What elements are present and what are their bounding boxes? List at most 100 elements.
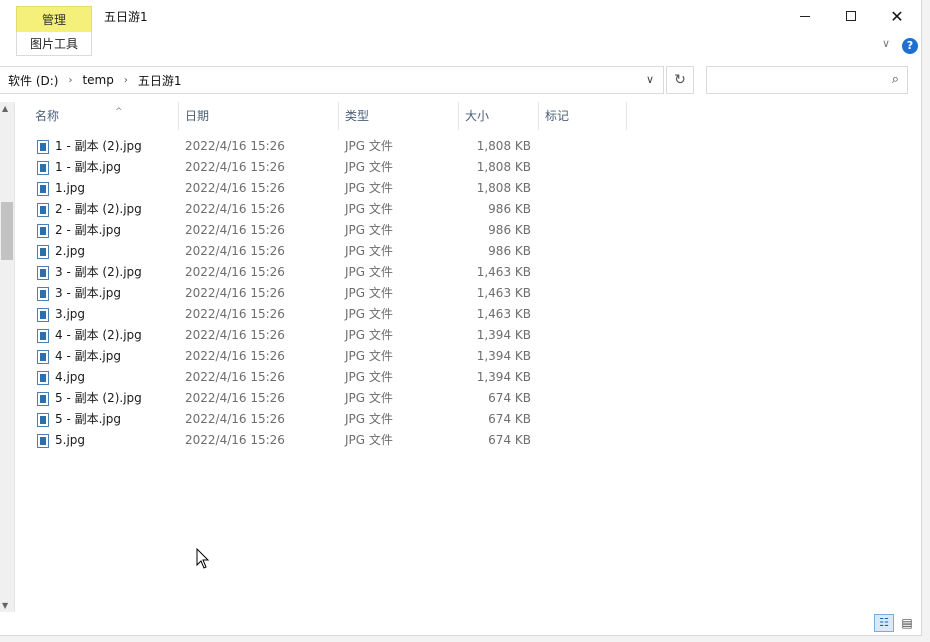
details-view-button[interactable]: ☷ [874, 614, 894, 632]
scroll-up-icon[interactable]: ▲ [2, 104, 8, 113]
file-name: 1 - 副本 (2).jpg [55, 139, 142, 153]
file-name-cell[interactable]: 4.jpg [37, 367, 179, 388]
help-icon[interactable]: ? [902, 38, 918, 54]
search-box[interactable]: ⌕ [706, 66, 908, 94]
file-row[interactable]: 4 - 副本.jpg 2022/4/16 15:26 JPG 文件 1,394 … [15, 346, 920, 367]
jpg-file-icon [37, 244, 49, 259]
jpg-file-icon [37, 349, 49, 364]
jpg-file-icon [37, 412, 49, 427]
column-header-type[interactable]: 类型 [339, 102, 459, 130]
breadcrumb-drive[interactable]: 软件 (D:) [0, 72, 62, 89]
file-type: JPG 文件 [345, 391, 393, 405]
file-type: JPG 文件 [345, 307, 393, 321]
file-type: JPG 文件 [345, 370, 393, 384]
column-header-name[interactable]: 名称 ^ [29, 102, 179, 130]
file-row[interactable]: 4 - 副本 (2).jpg 2022/4/16 15:26 JPG 文件 1,… [15, 325, 920, 346]
breadcrumb-separator-icon[interactable]: › [62, 75, 78, 86]
minimize-button[interactable] [782, 0, 828, 32]
file-name: 4.jpg [55, 370, 86, 384]
file-name-cell[interactable]: 4 - 副本.jpg [37, 346, 179, 367]
file-name-cell[interactable]: 5 - 副本.jpg [37, 409, 179, 430]
jpg-file-icon [37, 307, 49, 322]
file-name-cell[interactable]: 5 - 副本 (2).jpg [37, 388, 179, 409]
column-header-size[interactable]: 大小 [459, 102, 539, 130]
tiles-view-icon: ▤ [901, 616, 913, 630]
file-name-cell[interactable]: 3 - 副本.jpg [37, 283, 179, 304]
file-date: 2022/4/16 15:26 [185, 265, 285, 279]
jpg-file-icon [37, 181, 49, 196]
picture-tools-tab[interactable]: 图片工具 [16, 32, 92, 56]
file-name-cell[interactable]: 2 - 副本.jpg [37, 220, 179, 241]
breadcrumb-temp[interactable]: temp [78, 73, 117, 87]
file-type: JPG 文件 [345, 244, 393, 258]
close-icon: ✕ [890, 6, 904, 26]
file-name-cell[interactable]: 1 - 副本.jpg [37, 157, 179, 178]
refresh-button[interactable]: ↻ [666, 66, 694, 94]
breadcrumb-separator-icon[interactable]: › [118, 75, 134, 86]
ribbon-expand-chevron-icon[interactable]: ∨ [882, 37, 890, 50]
details-view-icon: ☷ [879, 616, 889, 629]
file-size: 674 KB [488, 391, 531, 405]
breadcrumb-current-folder[interactable]: 五日游1 [134, 72, 186, 89]
title-bar: 管理 五日游1 ✕ [0, 0, 922, 33]
scroll-down-icon[interactable]: ▼ [2, 601, 8, 610]
file-row[interactable]: 2.jpg 2022/4/16 15:26 JPG 文件 986 KB [15, 241, 920, 262]
column-header-date[interactable]: 日期 [179, 102, 339, 130]
file-name: 2.jpg [55, 244, 86, 258]
file-row[interactable]: 5.jpg 2022/4/16 15:26 JPG 文件 674 KB [15, 430, 920, 451]
file-row[interactable]: 1 - 副本 (2).jpg 2022/4/16 15:26 JPG 文件 1,… [15, 136, 920, 157]
file-name: 3 - 副本 (2).jpg [55, 265, 142, 279]
file-row[interactable]: 5 - 副本 (2).jpg 2022/4/16 15:26 JPG 文件 67… [15, 388, 920, 409]
file-row[interactable]: 5 - 副本.jpg 2022/4/16 15:26 JPG 文件 674 KB [15, 409, 920, 430]
file-name: 5 - 副本.jpg [55, 412, 121, 426]
address-history-dropdown-icon[interactable]: ∨ [638, 66, 662, 92]
file-row[interactable]: 3 - 副本 (2).jpg 2022/4/16 15:26 JPG 文件 1,… [15, 262, 920, 283]
manage-context-tab[interactable]: 管理 [16, 6, 92, 33]
close-button[interactable]: ✕ [874, 0, 920, 32]
file-date: 2022/4/16 15:26 [185, 181, 285, 195]
column-header-tags[interactable]: 标记 [539, 102, 627, 130]
file-row[interactable]: 1.jpg 2022/4/16 15:26 JPG 文件 1,808 KB [15, 178, 920, 199]
file-name-cell[interactable]: 5.jpg [37, 430, 179, 451]
maximize-button[interactable] [828, 0, 874, 32]
jpg-file-icon [37, 328, 49, 343]
file-size: 1,808 KB [476, 139, 531, 153]
large-icons-view-button[interactable]: ▤ [898, 614, 916, 632]
mouse-pointer-icon [196, 548, 210, 569]
file-type: JPG 文件 [345, 139, 393, 153]
file-name-cell[interactable]: 3 - 副本 (2).jpg [37, 262, 179, 283]
file-date: 2022/4/16 15:26 [185, 349, 285, 363]
file-row[interactable]: 2 - 副本.jpg 2022/4/16 15:26 JPG 文件 986 KB [15, 220, 920, 241]
file-name: 4 - 副本.jpg [55, 349, 121, 363]
file-name: 3.jpg [55, 307, 86, 321]
file-date: 2022/4/16 15:26 [185, 370, 285, 384]
file-name: 1 - 副本.jpg [55, 160, 121, 174]
file-row[interactable]: 4.jpg 2022/4/16 15:26 JPG 文件 1,394 KB [15, 367, 920, 388]
file-name-cell[interactable]: 2.jpg [37, 241, 179, 262]
file-name-cell[interactable]: 3.jpg [37, 304, 179, 325]
file-name: 5.jpg [55, 433, 86, 447]
address-bar[interactable]: 软件 (D:) › temp › 五日游1 [0, 66, 664, 94]
file-row[interactable]: 3.jpg 2022/4/16 15:26 JPG 文件 1,463 KB [15, 304, 920, 325]
file-name-cell[interactable]: 1.jpg [37, 178, 179, 199]
navigation-pane-scrollbar[interactable]: ▲ ▼ [0, 102, 14, 612]
file-name-cell[interactable]: 4 - 副本 (2).jpg [37, 325, 179, 346]
file-name-cell[interactable]: 1 - 副本 (2).jpg [37, 136, 179, 157]
file-size: 1,808 KB [476, 181, 531, 195]
file-name-cell[interactable]: 2 - 副本 (2).jpg [37, 199, 179, 220]
jpg-file-icon [37, 202, 49, 217]
column-header-type-label: 类型 [345, 109, 370, 123]
file-row[interactable]: 2 - 副本 (2).jpg 2022/4/16 15:26 JPG 文件 98… [15, 199, 920, 220]
file-date: 2022/4/16 15:26 [185, 412, 285, 426]
file-size: 1,463 KB [476, 265, 531, 279]
file-row[interactable]: 1 - 副本.jpg 2022/4/16 15:26 JPG 文件 1,808 … [15, 157, 920, 178]
file-row[interactable]: 3 - 副本.jpg 2022/4/16 15:26 JPG 文件 1,463 … [15, 283, 920, 304]
file-size: 1,394 KB [476, 328, 531, 342]
file-size: 1,394 KB [476, 349, 531, 363]
file-name: 3 - 副本.jpg [55, 286, 121, 300]
scrollbar-thumb[interactable] [1, 202, 13, 260]
file-type: JPG 文件 [345, 328, 393, 342]
search-icon[interactable]: ⌕ [892, 72, 899, 87]
file-name: 4 - 副本 (2).jpg [55, 328, 142, 342]
column-header-tags-label: 标记 [545, 109, 570, 123]
